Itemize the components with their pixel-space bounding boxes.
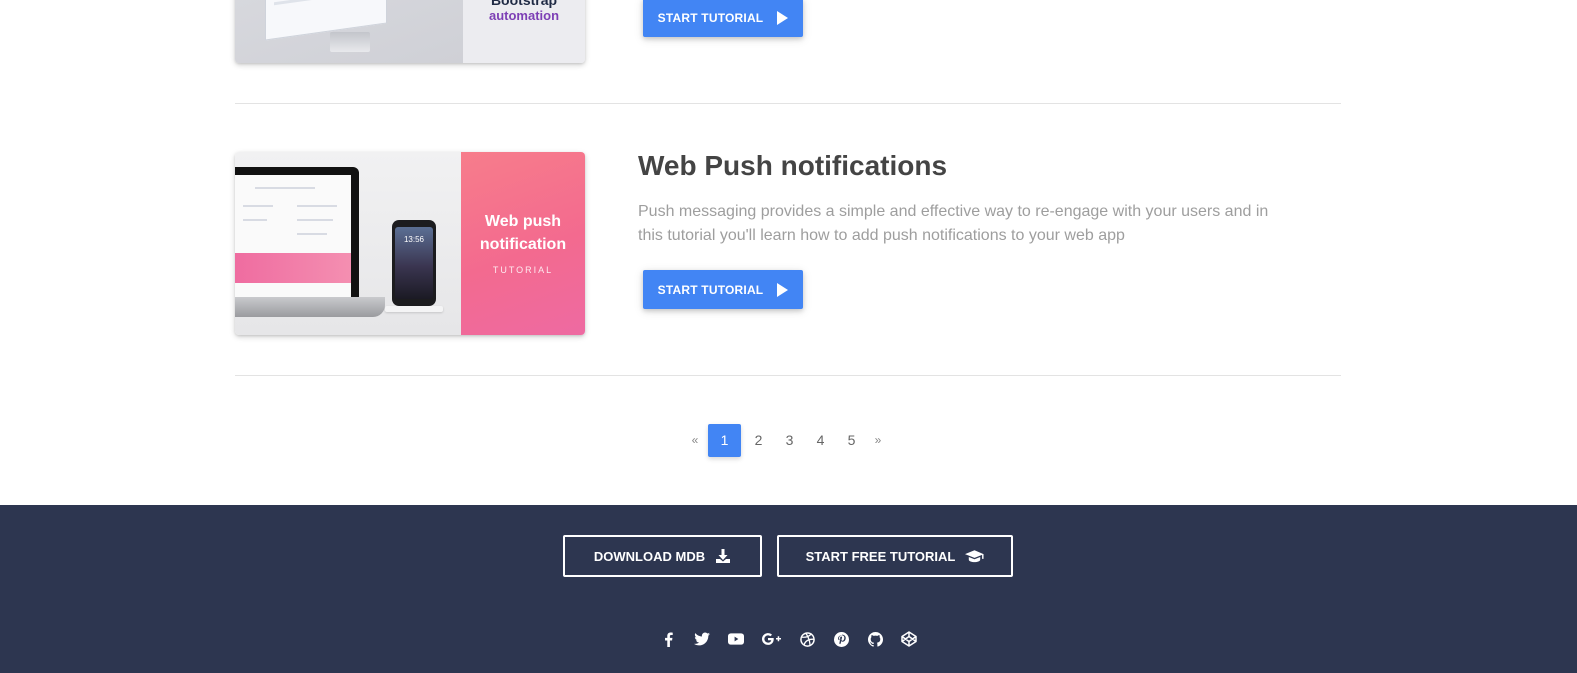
button-label: START TUTORIAL bbox=[657, 282, 764, 297]
tutorial-list-page: Bootstrap automation START TUTORIAL 13:5… bbox=[0, 0, 1577, 505]
thumbnail-subtitle: TUTORIAL bbox=[492, 265, 554, 275]
pagination-page-2[interactable]: 2 bbox=[743, 424, 774, 457]
pagination-prev[interactable]: « bbox=[684, 424, 706, 457]
graduation-cap-icon bbox=[965, 550, 984, 563]
button-label: START TUTORIAL bbox=[657, 10, 764, 25]
web-push-thumbnail[interactable]: 13:56 Web push notification TUTORIAL bbox=[235, 152, 585, 335]
github-icon[interactable] bbox=[867, 631, 883, 647]
dribbble-icon[interactable] bbox=[799, 631, 815, 647]
play-icon bbox=[777, 10, 789, 25]
download-mdb-button[interactable]: DOWNLOAD MDB bbox=[563, 535, 762, 577]
pinterest-icon[interactable] bbox=[833, 631, 849, 647]
facebook-icon[interactable] bbox=[660, 631, 676, 647]
social-links bbox=[0, 631, 1577, 647]
start-tutorial-button[interactable]: START TUTORIAL bbox=[643, 0, 803, 37]
pagination: « 1 2 3 4 5 » bbox=[684, 423, 889, 457]
section-divider bbox=[235, 103, 1341, 104]
tutorial-description: Push messaging provides a simple and eff… bbox=[638, 203, 1269, 244]
bootstrap-automation-thumbnail[interactable]: Bootstrap automation bbox=[235, 0, 585, 63]
pagination-page-3[interactable]: 3 bbox=[774, 424, 805, 457]
footer: DOWNLOAD MDB START FREE TUTORIAL bbox=[0, 505, 1577, 673]
tutorial-title[interactable]: Web Push notifications bbox=[638, 150, 947, 182]
thumbnail-title-line-2: notification bbox=[479, 236, 567, 253]
pagination-page-5[interactable]: 5 bbox=[836, 424, 867, 457]
twitter-icon[interactable] bbox=[694, 631, 710, 647]
pagination-page-4[interactable]: 4 bbox=[805, 424, 836, 457]
pagination-next[interactable]: » bbox=[867, 424, 889, 457]
section-divider bbox=[235, 375, 1341, 376]
laptop-illustration bbox=[235, 167, 359, 297]
thumbnail-title: Bootstrap bbox=[490, 0, 558, 8]
phone-time: 13:56 bbox=[403, 235, 425, 244]
download-mdb-label: DOWNLOAD MDB bbox=[593, 548, 706, 564]
codepen-icon[interactable] bbox=[901, 631, 917, 647]
download-icon bbox=[716, 549, 731, 563]
start-tutorial-button[interactable]: START TUTORIAL bbox=[643, 270, 803, 309]
youtube-icon[interactable] bbox=[728, 631, 744, 647]
pagination-page-1[interactable]: 1 bbox=[708, 423, 741, 457]
thumbnail-title-line-1: Web push bbox=[484, 213, 562, 230]
start-free-tutorial-label: START FREE TUTORIAL bbox=[805, 548, 956, 564]
start-free-tutorial-button[interactable]: START FREE TUTORIAL bbox=[777, 535, 1013, 577]
thumbnail-subtitle: automation bbox=[488, 8, 560, 23]
phone-illustration: 13:56 bbox=[392, 220, 436, 306]
google-plus-icon[interactable] bbox=[762, 631, 781, 647]
play-icon bbox=[777, 282, 789, 297]
